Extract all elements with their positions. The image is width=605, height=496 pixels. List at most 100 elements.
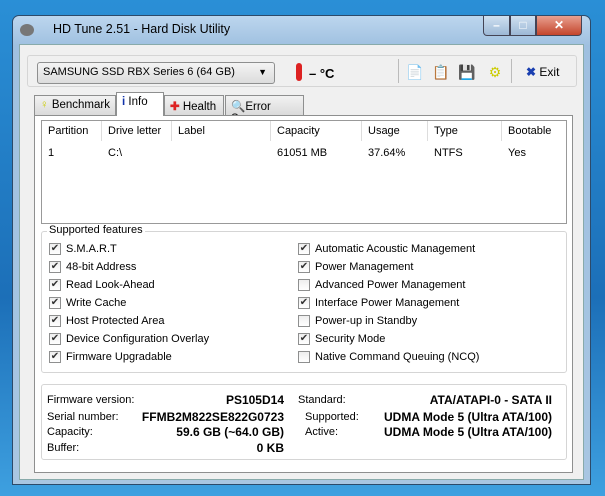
firmware-value: PS105D14 xyxy=(225,393,284,407)
drive-select-value: SAMSUNG SSD RBX Series 6 (64 GB) xyxy=(43,66,235,78)
copy-info-icon[interactable]: 📄 xyxy=(406,64,424,82)
tab-benchmark[interactable]: ♀ Benchmark xyxy=(34,95,116,115)
maximize-button[interactable]: □ xyxy=(510,16,536,36)
supported-value: UDMA Mode 5 (Ultra ATA/100) xyxy=(383,410,552,424)
tab-label: Benchmark xyxy=(51,99,110,111)
checkbox-checked-icon[interactable]: ✔ xyxy=(298,297,310,309)
feature-label: Device Configuration Overlay xyxy=(66,333,210,345)
tab-info[interactable]: i Info xyxy=(116,92,164,116)
feature-checkbox[interactable]: ✔ 48-bit Address xyxy=(49,260,136,274)
feature-checkbox[interactable]: ✔ Host Protected Area xyxy=(49,314,164,328)
checkbox-checked-icon[interactable]: ✔ xyxy=(49,243,61,255)
feature-checkbox[interactable]: ✔ Power Management xyxy=(298,260,413,274)
feature-checkbox[interactable]: ✔ Device Configuration Overlay xyxy=(49,332,209,346)
group-title: Supported features xyxy=(47,224,145,236)
standard-label: Standard: xyxy=(298,394,346,406)
feature-label: S.M.A.R.T xyxy=(66,243,117,255)
serial-label: Serial number: xyxy=(47,411,119,423)
checkbox-checked-icon[interactable]: ✔ xyxy=(49,351,61,363)
cell: NTFS xyxy=(434,147,463,159)
checkbox-unchecked-icon[interactable] xyxy=(298,315,310,327)
feature-label: Advanced Power Management xyxy=(315,279,466,291)
cell: 61051 MB xyxy=(277,147,328,159)
buffer-label: Buffer: xyxy=(47,442,80,454)
checkbox-checked-icon[interactable]: ✔ xyxy=(49,297,61,309)
supported-label: Supported: xyxy=(305,411,359,423)
info-icon: i xyxy=(122,96,126,108)
checkbox-checked-icon[interactable]: ✔ xyxy=(49,279,61,291)
app-window: HD Tune 2.51 - Hard Disk Utility – □ ✕ S… xyxy=(12,15,591,485)
minimize-button[interactable]: – xyxy=(483,16,510,36)
thermometer-icon xyxy=(296,63,302,81)
cell: Yes xyxy=(508,147,526,159)
magnifier-icon: 🔍 xyxy=(231,101,246,113)
feature-label: 48-bit Address xyxy=(66,261,137,273)
feature-checkbox[interactable]: ✔ Security Mode xyxy=(298,332,385,346)
column-header[interactable]: Type xyxy=(428,121,502,141)
tab-label: Info xyxy=(128,96,148,108)
drive-info-group: Firmware version: PS105D14 Serial number… xyxy=(41,384,567,460)
checkbox-checked-icon[interactable]: ✔ xyxy=(298,333,310,345)
feature-label: Read Look-Ahead xyxy=(66,279,155,291)
column-header[interactable]: Bootable xyxy=(502,121,566,141)
active-label: Active: xyxy=(305,426,339,438)
checkbox-checked-icon[interactable]: ✔ xyxy=(49,261,61,273)
feature-checkbox[interactable]: ✔ Write Cache xyxy=(49,296,126,310)
feature-label: Host Protected Area xyxy=(66,315,165,327)
column-header[interactable]: Partition xyxy=(42,121,102,141)
temperature-readout: – °C xyxy=(309,66,335,81)
feature-label: Firmware Upgradable xyxy=(66,351,172,363)
tab-label: Health xyxy=(182,101,217,113)
feature-checkbox[interactable]: ✔ S.M.A.R.T xyxy=(49,242,117,256)
drive-select[interactable]: SAMSUNG SSD RBX Series 6 (64 GB) ▼ xyxy=(37,62,275,84)
feature-label: Interface Power Management xyxy=(315,297,460,309)
feature-checkbox[interactable]: Advanced Power Management xyxy=(298,278,465,292)
options-icon[interactable]: ⚙ xyxy=(486,64,504,82)
cell: 37.64% xyxy=(368,147,406,159)
tab-health[interactable]: ✚ Health xyxy=(164,95,224,115)
column-header[interactable]: Usage xyxy=(362,121,428,141)
checkbox-checked-icon[interactable]: ✔ xyxy=(298,261,310,273)
active-value: UDMA Mode 5 (Ultra ATA/100) xyxy=(383,425,552,439)
close-button[interactable]: ✕ xyxy=(536,16,582,36)
feature-checkbox[interactable]: Power-up in Standby xyxy=(298,314,417,328)
checkbox-checked-icon[interactable]: ✔ xyxy=(49,333,61,345)
feature-label: Security Mode xyxy=(315,333,386,345)
exit-label: Exit xyxy=(539,65,560,79)
feature-label: Power Management xyxy=(315,261,414,273)
tab-error-scan[interactable]: 🔍Error Scan xyxy=(225,95,304,125)
feature-checkbox[interactable]: ✔ Firmware Upgradable xyxy=(49,350,172,364)
checkbox-checked-icon[interactable]: ✔ xyxy=(49,315,61,327)
client-area: SAMSUNG SSD RBX Series 6 (64 GB) ▼ – °C 📄… xyxy=(19,44,584,480)
chevron-down-icon: ▼ xyxy=(258,67,267,77)
column-header[interactable]: Label xyxy=(172,121,271,141)
column-header[interactable]: Drive letter xyxy=(102,121,172,141)
feature-checkbox[interactable]: ✔ Interface Power Management xyxy=(298,296,459,310)
partition-table[interactable]: Partition Drive letter Label Capacity Us… xyxy=(41,120,567,224)
checkbox-unchecked-icon[interactable] xyxy=(298,279,310,291)
cell: 1 xyxy=(48,147,55,159)
feature-label: Native Command Queuing (NCQ) xyxy=(315,351,480,363)
buffer-value: 0 KB xyxy=(256,441,284,455)
checkbox-checked-icon[interactable]: ✔ xyxy=(298,243,310,255)
bulb-icon: ♀ xyxy=(40,99,49,111)
exit-icon: ✖ xyxy=(526,65,537,79)
feature-checkbox[interactable]: ✔ Read Look-Ahead xyxy=(49,278,155,292)
firmware-label: Firmware version: xyxy=(47,394,135,406)
capacity-label: Capacity: xyxy=(47,426,93,438)
feature-checkbox[interactable]: ✔ Automatic Acoustic Management xyxy=(298,242,475,256)
column-header[interactable]: Capacity xyxy=(271,121,362,141)
cell: C:\ xyxy=(108,147,123,159)
save-icon[interactable]: 💾 xyxy=(458,64,476,82)
info-panel: Partition Drive letter Label Capacity Us… xyxy=(34,115,573,473)
exit-button[interactable]: ✖ Exit xyxy=(526,65,559,79)
feature-label: Automatic Acoustic Management xyxy=(315,243,476,255)
app-icon xyxy=(20,24,34,36)
health-cross-icon: ✚ xyxy=(170,101,180,113)
feature-checkbox[interactable]: Native Command Queuing (NCQ) xyxy=(298,350,479,364)
checkbox-unchecked-icon[interactable] xyxy=(298,351,310,363)
feature-label: Power-up in Standby xyxy=(315,315,418,327)
copy-all-icon[interactable]: 📋 xyxy=(432,64,450,82)
window-title: HD Tune 2.51 - Hard Disk Utility xyxy=(53,22,231,36)
feature-label: Write Cache xyxy=(66,297,127,309)
